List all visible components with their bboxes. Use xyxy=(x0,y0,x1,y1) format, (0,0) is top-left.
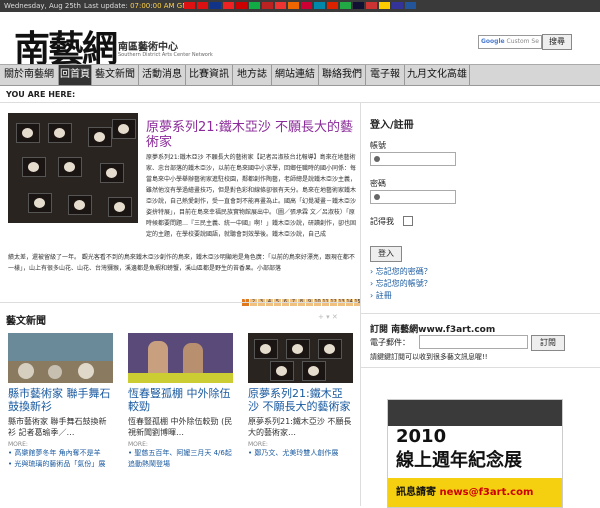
section-controls[interactable]: + ▾ ✕ xyxy=(318,313,338,321)
news-link[interactable]: • 鄭乃文、尤美玲雙人創作展 xyxy=(248,448,353,459)
forgot-password-link[interactable]: › 忘記您的密碼？ xyxy=(370,266,432,277)
news-link[interactable]: • 光與琉璃的藝術品「氣份」展 xyxy=(8,459,113,470)
news-thumbnail[interactable] xyxy=(248,333,353,383)
remember-label: 記得我 xyxy=(370,217,394,226)
flag-icon[interactable] xyxy=(353,2,364,9)
nav-item[interactable]: 網站連結 xyxy=(272,65,319,85)
search-input[interactable]: Google Custom Se xyxy=(478,35,542,49)
flag-icon[interactable] xyxy=(197,2,208,9)
language-flags[interactable] xyxy=(184,2,418,10)
email-label: 電子郵件： xyxy=(370,338,410,347)
email-field[interactable] xyxy=(419,335,528,349)
divider xyxy=(0,302,358,303)
divider xyxy=(361,367,600,368)
breadcrumb: YOU ARE HERE: xyxy=(6,90,76,99)
anniversary-banner[interactable]: 2010 線上週年紀念展 訊息請寄 news@f3art.com xyxy=(387,399,563,508)
news-thumbnail[interactable] xyxy=(128,333,233,383)
subscribe-title: 訂閱 南藝網www.f3art.com xyxy=(370,325,496,335)
flag-icon[interactable] xyxy=(262,2,273,9)
register-link[interactable]: › 註冊 xyxy=(370,290,392,301)
feature-text: 原夢系列21:鐵木亞沙 不願長大的藝術家【記者呂淑枝台北報導】島來在地藝術家、忠… xyxy=(146,154,357,238)
flag-icon[interactable] xyxy=(288,2,299,9)
login-button[interactable]: 登入 xyxy=(370,246,402,262)
flag-icon[interactable] xyxy=(405,2,416,9)
nav-item[interactable]: 關於南藝網 xyxy=(0,65,59,85)
feature-pager[interactable]: 123456789101112131415 xyxy=(242,288,362,306)
flag-icon[interactable] xyxy=(366,2,377,9)
feature-title[interactable]: 原夢系列21:鐵木亞沙 不願長大的藝術家 xyxy=(146,120,356,150)
news-thumbnail[interactable] xyxy=(8,333,113,383)
nav-item[interactable]: 聯絡我們 xyxy=(319,65,366,85)
news-link[interactable]: • 高樂館夢冬年 角內奪不是羊 xyxy=(8,448,113,459)
flag-icon[interactable] xyxy=(301,2,312,9)
logo-subtitle: 南區藝術中心 xyxy=(118,42,178,53)
nav-item[interactable]: 電子報 xyxy=(366,65,405,85)
account-field[interactable] xyxy=(370,152,456,166)
more-label: MORE: xyxy=(8,441,28,448)
search-button[interactable]: 搜尋 xyxy=(542,34,572,50)
forgot-username-link[interactable]: › 忘記您的帳號？ xyxy=(370,278,432,289)
nav-item[interactable]: 地方誌 xyxy=(233,65,272,85)
news-title[interactable]: 恆春豎孤棚 中外除伍較勁 xyxy=(128,387,233,413)
login-title: 登入/註冊 xyxy=(370,120,414,131)
nav-item[interactable]: 活動消息 xyxy=(139,65,186,85)
news-desc: 原夢系列21:鐵木亞沙 不願長大的藝術家… xyxy=(248,417,352,437)
main-nav: 關於南藝網 回首頁 藝文新聞 活動消息 比賽資訊 地方誌 網站連結 聯絡我們 電子報 九月文化高雄 xyxy=(0,64,600,86)
account-label: 帳號 xyxy=(370,141,386,150)
flag-icon[interactable] xyxy=(184,2,195,9)
flag-icon[interactable] xyxy=(275,2,286,9)
subscribe-button[interactable]: 訂閱 xyxy=(531,335,565,351)
flag-icon[interactable] xyxy=(249,2,260,9)
user-icon xyxy=(374,156,380,162)
flag-icon[interactable] xyxy=(314,2,325,9)
flag-icon[interactable] xyxy=(223,2,234,9)
remember-checkbox[interactable] xyxy=(403,216,413,226)
subscribe-note: 請鍵鍵訂閱可以收到很多藝文訊息喔!! xyxy=(370,353,488,361)
more-label: MORE: xyxy=(248,441,268,448)
banner-year: 2010 xyxy=(396,426,447,447)
nav-item[interactable]: 回首頁 xyxy=(59,65,92,85)
flag-icon[interactable] xyxy=(236,2,247,9)
flag-icon[interactable] xyxy=(327,2,338,9)
nav-item[interactable]: 比賽資訊 xyxy=(186,65,233,85)
nav-item[interactable]: 藝文新聞 xyxy=(92,65,139,85)
divider xyxy=(361,313,600,314)
site-header: 南藝網 南區藝術中心 Southern District Arts Center… xyxy=(0,12,600,70)
flag-icon[interactable] xyxy=(379,2,390,9)
password-field[interactable] xyxy=(370,190,456,204)
date-text: Wednesday, Aug 25th xyxy=(4,2,81,10)
password-label: 密碼 xyxy=(370,179,386,188)
top-info-bar: Wednesday, Aug 25th Last update: 07:00:0… xyxy=(0,0,600,12)
news-item[interactable]: 恆春豎孤棚 中外除伍較勁 恆春豎孤棚 中外除伍較勁 (民視新聞劉博暉… MORE… xyxy=(128,333,233,470)
news-title[interactable]: 縣市藝術家 聯手舞石鼓換新衫 xyxy=(8,387,113,413)
flag-icon[interactable] xyxy=(340,2,351,9)
logo-english: Southern District Arts Center Network xyxy=(118,52,213,58)
feature-image[interactable] xyxy=(8,113,138,223)
nav-item[interactable]: 九月文化高雄 xyxy=(405,65,470,85)
flag-icon[interactable] xyxy=(210,2,221,9)
news-desc: 恆春豎孤棚 中外除伍較勁 (民視新聞劉博暉… xyxy=(128,417,233,437)
lock-icon xyxy=(374,194,380,200)
banner-headline: 線上週年紀念展 xyxy=(396,450,522,471)
news-item[interactable]: 縣市藝術家 聯手舞石鼓換新衫 縣市藝術家 聯手舞石鼓換新衫 記者葛瑜季／… MO… xyxy=(8,333,113,470)
feature-text-continued: 績太差，還被留級了一年。 觀光客看不到的鳥來鐵木亞沙創作的鳥來，鐵木亞沙明顯地是… xyxy=(8,254,355,272)
column-divider xyxy=(360,103,361,506)
banner-photo xyxy=(388,400,562,426)
news-item[interactable]: 原夢系列21:鐵木亞沙 不願長大的藝術家 原夢系列21:鐵木亞沙 不願長大的藝術… xyxy=(248,333,353,459)
divider xyxy=(0,102,600,103)
last-update: Last update: 07:00:00 AM GMT xyxy=(84,2,193,10)
news-link[interactable]: • 聖慈五百年、阿嬤三月天 4/6起追動熱鬧登場 xyxy=(128,448,233,470)
more-label: MORE: xyxy=(128,441,148,448)
news-section-title: 藝文新聞 xyxy=(6,316,46,327)
banner-cta: 訊息請寄 news@f3art.com xyxy=(396,487,534,498)
news-title[interactable]: 原夢系列21:鐵木亞沙 不願長大的藝術家 xyxy=(248,387,353,413)
news-desc: 縣市藝術家 聯手舞石鼓換新衫 記者葛瑜季／… xyxy=(8,417,107,437)
flag-icon[interactable] xyxy=(392,2,403,9)
